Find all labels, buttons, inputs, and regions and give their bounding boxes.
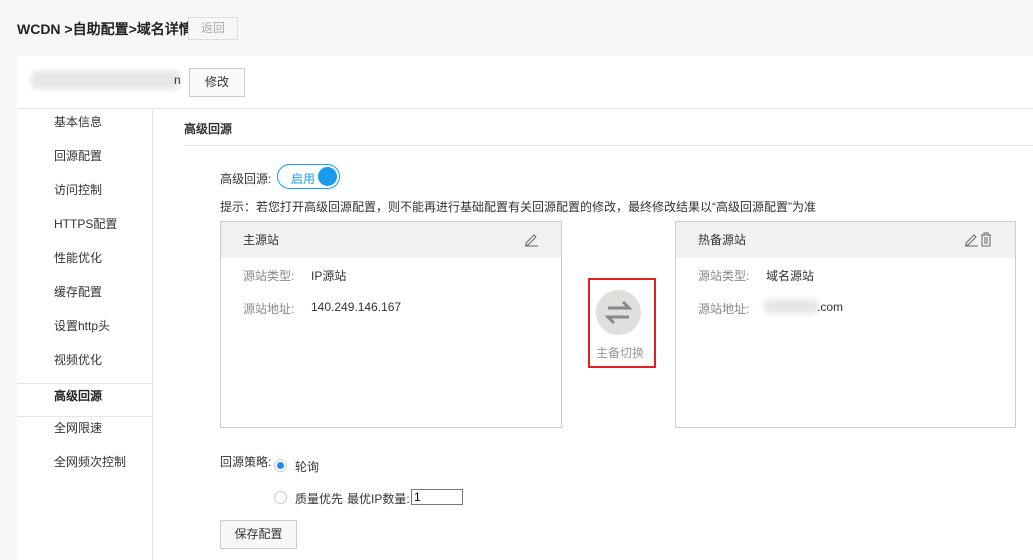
radio-round-robin[interactable] [274, 459, 287, 472]
ip-count-label: 最优IP数量: [347, 492, 410, 506]
strategy-label: 回源策略: [220, 455, 272, 469]
sidebar-item-video[interactable]: 视频优化 [17, 347, 152, 381]
addr-redacted [764, 299, 819, 314]
sidebar-item-basic[interactable]: 基本信息 [17, 109, 152, 143]
sidebar-item-access[interactable]: 访问控制 [17, 177, 152, 211]
edit-icon[interactable] [963, 231, 979, 247]
backup-origin-card: 热备源站 源站类型: 域名源站 源站地址: .com [675, 221, 1016, 428]
radio-quality-first[interactable] [274, 491, 287, 504]
card-title: 主源站 [243, 233, 280, 247]
sidebar-item-cache[interactable]: 缓存配置 [17, 279, 152, 313]
sidebar-item-frequency[interactable]: 全网频次控制 [17, 449, 152, 483]
sidebar-item-https[interactable]: HTTPS配置 [17, 211, 152, 245]
domain-suffix: n [174, 73, 181, 87]
toggle-knob [318, 167, 337, 186]
addr-value: 140.249.146.167 [311, 300, 402, 314]
sidebar-item-performance[interactable]: 性能优化 [17, 245, 152, 279]
breadcrumb: WCDN >自助配置>域名详情 [17, 21, 193, 37]
toggle-label: 启用 [291, 172, 316, 186]
swap-icon [596, 290, 641, 335]
sidebar: 基本信息 回源配置 访问控制 HTTPS配置 性能优化 缓存配置 设置http头… [17, 109, 153, 560]
tip-text: 提示：若您打开高级回源配置，则不能再进行基础配置有关回源配置的修改，最终修改结果… [220, 200, 816, 214]
back-button[interactable]: 返回 [188, 17, 238, 40]
type-label: 源站类型: [698, 269, 750, 283]
edit-domain-button[interactable]: 修改 [189, 68, 245, 97]
type-label: 源站类型: [243, 269, 295, 283]
switch-primary-backup-button[interactable]: 主备切换 [588, 278, 656, 368]
sidebar-item-headers[interactable]: 设置http头 [17, 313, 152, 347]
addr-label: 源站地址: [698, 302, 750, 316]
sidebar-item-rate-limit[interactable]: 全网限速 [17, 415, 152, 449]
ip-count-input[interactable] [411, 489, 463, 505]
delete-icon[interactable] [978, 231, 994, 247]
type-value: 域名源站 [766, 269, 815, 283]
section-title: 高级回源 [184, 122, 233, 136]
switch-label: 主备切换 [596, 346, 645, 360]
type-value: IP源站 [311, 269, 347, 283]
sidebar-item-advanced-origin[interactable]: 高级回源 [17, 383, 152, 417]
advanced-origin-toggle[interactable]: 启用 [277, 164, 340, 189]
domain-row: n [17, 56, 1033, 109]
divider [184, 145, 1033, 146]
edit-icon[interactable] [523, 231, 539, 247]
addr-label: 源站地址: [243, 302, 295, 316]
radio-label: 质量优先 [295, 492, 344, 506]
primary-origin-card: 主源站 源站类型: IP源站 源站地址: 140.249.146.167 [220, 221, 562, 428]
domain-redacted [31, 71, 181, 89]
advanced-origin-label: 高级回源: [220, 172, 272, 186]
addr-suffix: .com [817, 300, 844, 314]
sidebar-item-origin[interactable]: 回源配置 [17, 143, 152, 177]
radio-label: 轮询 [295, 460, 320, 474]
card-title: 热备源站 [698, 233, 747, 247]
save-config-button[interactable]: 保存配置 [220, 520, 297, 549]
